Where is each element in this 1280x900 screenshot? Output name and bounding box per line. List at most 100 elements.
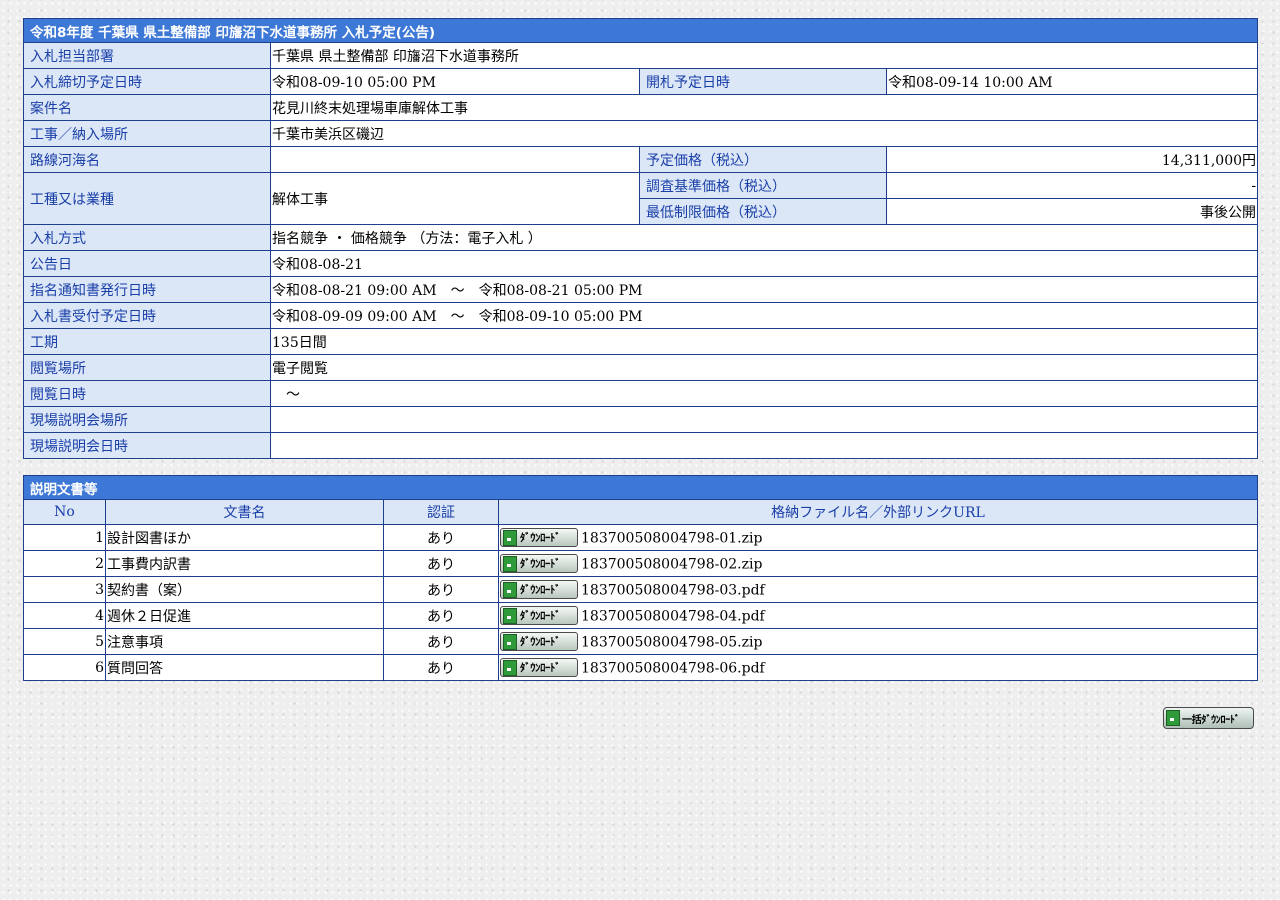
row-place: 工事／納入場所 千葉市美浜区磯辺 bbox=[23, 120, 1259, 147]
type-value: 解体工事 bbox=[270, 172, 640, 225]
document-file-cell: ﾀﾞｳﾝﾛｰﾄﾞ 183700508004798-05.zip bbox=[498, 628, 1258, 655]
download-label: ﾀﾞｳﾝﾛｰﾄﾞ bbox=[520, 610, 561, 622]
download-icon bbox=[503, 659, 517, 676]
document-filename: 183700508004798-04.pdf bbox=[581, 608, 765, 625]
documents-header-row: No 文書名 認証 格納ファイル名／外部リンクURL bbox=[23, 499, 1258, 525]
row-deadline: 入札締切予定日時 令和08-09-10 05:00 PM 開札予定日時 令和08… bbox=[23, 68, 1259, 95]
document-cert: あり bbox=[383, 654, 499, 681]
survey-price-value: - bbox=[885, 172, 1259, 199]
download-button[interactable]: ﾀﾞｳﾝﾛｰﾄﾞ bbox=[500, 528, 578, 547]
download-label: ﾀﾞｳﾝﾛｰﾄﾞ bbox=[520, 558, 561, 570]
page-content: 令和8年度 千葉県 県土整備部 印旛沼下水道事務所 入札予定(公告) 入札担当部… bbox=[22, 18, 1259, 681]
download-icon bbox=[503, 555, 517, 572]
route-value bbox=[270, 146, 640, 173]
row-notice: 指名通知書発行日時 令和08-08-21 09:00 AM ～ 令和08-08-… bbox=[23, 276, 1259, 303]
place-label: 工事／納入場所 bbox=[23, 120, 271, 147]
document-cert: あり bbox=[383, 576, 499, 603]
row-view-place: 閲覧場所 電子閲覧 bbox=[23, 354, 1259, 381]
bulk-download-button[interactable]: 一括ﾀﾞｳﾝﾛｰﾄﾞ bbox=[1163, 707, 1254, 729]
row-site-place: 現場説明会場所 bbox=[23, 406, 1259, 433]
document-filename: 183700508004798-01.zip bbox=[581, 530, 763, 547]
document-name: 設計図書ほか bbox=[105, 524, 384, 551]
row-site-date: 現場説明会日時 bbox=[23, 432, 1259, 459]
document-file-cell: ﾀﾞｳﾝﾛｰﾄﾞ 183700508004798-02.zip bbox=[498, 550, 1258, 577]
view-date-label: 閲覧日時 bbox=[23, 380, 271, 407]
document-name: 工事費内訳書 bbox=[105, 550, 384, 577]
document-cert: あり bbox=[383, 628, 499, 655]
view-place-value: 電子閲覧 bbox=[269, 354, 1259, 381]
download-label: ﾀﾞｳﾝﾛｰﾄﾞ bbox=[520, 532, 561, 544]
col-header-name: 文書名 bbox=[105, 499, 384, 525]
document-cert: あり bbox=[383, 550, 499, 577]
download-button[interactable]: ﾀﾞｳﾝﾛｰﾄﾞ bbox=[500, 580, 578, 599]
opening-value: 令和08-09-14 10:00 AM bbox=[885, 68, 1259, 95]
row-method: 入札方式 指名競争 ・ 価格競争 （方法：電子入札 ） bbox=[23, 224, 1259, 251]
row-route: 路線河海名 予定価格（税込） 14,311,000円 bbox=[23, 146, 1259, 173]
view-place-label: 閲覧場所 bbox=[23, 354, 271, 381]
receipt-value: 令和08-09-09 09:00 AM ～ 令和08-09-10 05:00 P… bbox=[269, 302, 1259, 329]
document-name: 週休２日促進 bbox=[105, 602, 384, 629]
document-cert: あり bbox=[383, 602, 499, 629]
row-dept: 入札担当部署 千葉県 県土整備部 印旛沼下水道事務所 bbox=[23, 42, 1259, 69]
document-file-cell: ﾀﾞｳﾝﾛｰﾄﾞ 183700508004798-04.pdf bbox=[498, 602, 1258, 629]
download-icon bbox=[1166, 710, 1180, 726]
route-label: 路線河海名 bbox=[23, 146, 271, 173]
download-label: ﾀﾞｳﾝﾛｰﾄﾞ bbox=[520, 636, 561, 648]
site-date-label: 現場説明会日時 bbox=[23, 432, 271, 459]
document-no: 3 bbox=[23, 576, 106, 603]
documents-title: 説明文書等 bbox=[23, 475, 1258, 500]
row-view-date: 閲覧日時 ～ bbox=[23, 380, 1259, 407]
download-button[interactable]: ﾀﾞｳﾝﾛｰﾄﾞ bbox=[500, 632, 578, 651]
notice-value: 令和08-08-21 09:00 AM ～ 令和08-08-21 05:00 P… bbox=[269, 276, 1259, 303]
download-button[interactable]: ﾀﾞｳﾝﾛｰﾄﾞ bbox=[500, 606, 578, 625]
document-name: 契約書（案） bbox=[105, 576, 384, 603]
announce-label: 公告日 bbox=[23, 250, 271, 277]
planned-price-value: 14,311,000円 bbox=[885, 146, 1259, 173]
document-row: 6 質問回答 あり ﾀﾞｳﾝﾛｰﾄﾞ 183700508004798-06.pdf bbox=[23, 654, 1258, 681]
deadline-label: 入札締切予定日時 bbox=[23, 68, 271, 95]
row-announce: 公告日 令和08-08-21 bbox=[23, 250, 1259, 277]
documents-table: 説明文書等 No 文書名 認証 格納ファイル名／外部リンクURL 1 設計図書ほか… bbox=[23, 475, 1258, 681]
place-value: 千葉市美浜区磯辺 bbox=[269, 120, 1259, 147]
document-file-cell: ﾀﾞｳﾝﾛｰﾄﾞ 183700508004798-06.pdf bbox=[498, 654, 1258, 681]
receipt-label: 入札書受付予定日時 bbox=[23, 302, 271, 329]
download-button[interactable]: ﾀﾞｳﾝﾛｰﾄﾞ bbox=[500, 554, 578, 573]
col-header-no: No bbox=[23, 499, 106, 525]
row-type: 工種又は業種 解体工事 調査基準価格（税込） - bbox=[23, 172, 1259, 225]
dept-value: 千葉県 県土整備部 印旛沼下水道事務所 bbox=[269, 42, 1259, 69]
document-no: 1 bbox=[23, 524, 106, 551]
min-price-value: 事後公開 bbox=[885, 198, 1259, 225]
announce-value: 令和08-08-21 bbox=[269, 250, 1259, 277]
dept-label: 入札担当部署 bbox=[23, 42, 271, 69]
document-row: 2 工事費内訳書 あり ﾀﾞｳﾝﾛｰﾄﾞ 183700508004798-02.zip bbox=[23, 550, 1258, 577]
download-icon bbox=[503, 633, 517, 650]
notice-label: 指名通知書発行日時 bbox=[23, 276, 271, 303]
document-no: 4 bbox=[23, 602, 106, 629]
type-label: 工種又は業種 bbox=[23, 172, 271, 225]
row-period: 工期 135日間 bbox=[23, 328, 1259, 355]
view-date-value: ～ bbox=[269, 380, 1259, 407]
case-value: 花見川終末処理場車庫解体工事 bbox=[269, 94, 1259, 121]
document-cert: あり bbox=[383, 524, 499, 551]
document-file-cell: ﾀﾞｳﾝﾛｰﾄﾞ 183700508004798-03.pdf bbox=[498, 576, 1258, 603]
col-header-file: 格納ファイル名／外部リンクURL bbox=[498, 499, 1258, 525]
document-name: 注意事項 bbox=[105, 628, 384, 655]
document-file-cell: ﾀﾞｳﾝﾛｰﾄﾞ 183700508004798-01.zip bbox=[498, 524, 1258, 551]
document-no: 5 bbox=[23, 628, 106, 655]
document-row: 5 注意事項 あり ﾀﾞｳﾝﾛｰﾄﾞ 183700508004798-05.zip bbox=[23, 628, 1258, 655]
deadline-value: 令和08-09-10 05:00 PM bbox=[270, 68, 640, 95]
download-label: ﾀﾞｳﾝﾛｰﾄﾞ bbox=[520, 662, 561, 674]
document-filename: 183700508004798-02.zip bbox=[581, 556, 763, 573]
case-label: 案件名 bbox=[23, 94, 271, 121]
row-receipt: 入札書受付予定日時 令和08-09-09 09:00 AM ～ 令和08-09-… bbox=[23, 302, 1259, 329]
document-row: 3 契約書（案） あり ﾀﾞｳﾝﾛｰﾄﾞ 183700508004798-03.pdf bbox=[23, 576, 1258, 603]
site-place-label: 現場説明会場所 bbox=[23, 406, 271, 433]
col-header-cert: 認証 bbox=[383, 499, 499, 525]
min-price-label: 最低制限価格（税込） bbox=[639, 198, 887, 225]
download-button[interactable]: ﾀﾞｳﾝﾛｰﾄﾞ bbox=[500, 658, 578, 677]
period-label: 工期 bbox=[23, 328, 271, 355]
download-icon bbox=[503, 581, 517, 598]
row-case: 案件名 花見川終末処理場車庫解体工事 bbox=[23, 94, 1259, 121]
document-row: 4 週休２日促進 あり ﾀﾞｳﾝﾛｰﾄﾞ 183700508004798-04.pdf bbox=[23, 602, 1258, 629]
document-filename: 183700508004798-03.pdf bbox=[581, 582, 765, 599]
